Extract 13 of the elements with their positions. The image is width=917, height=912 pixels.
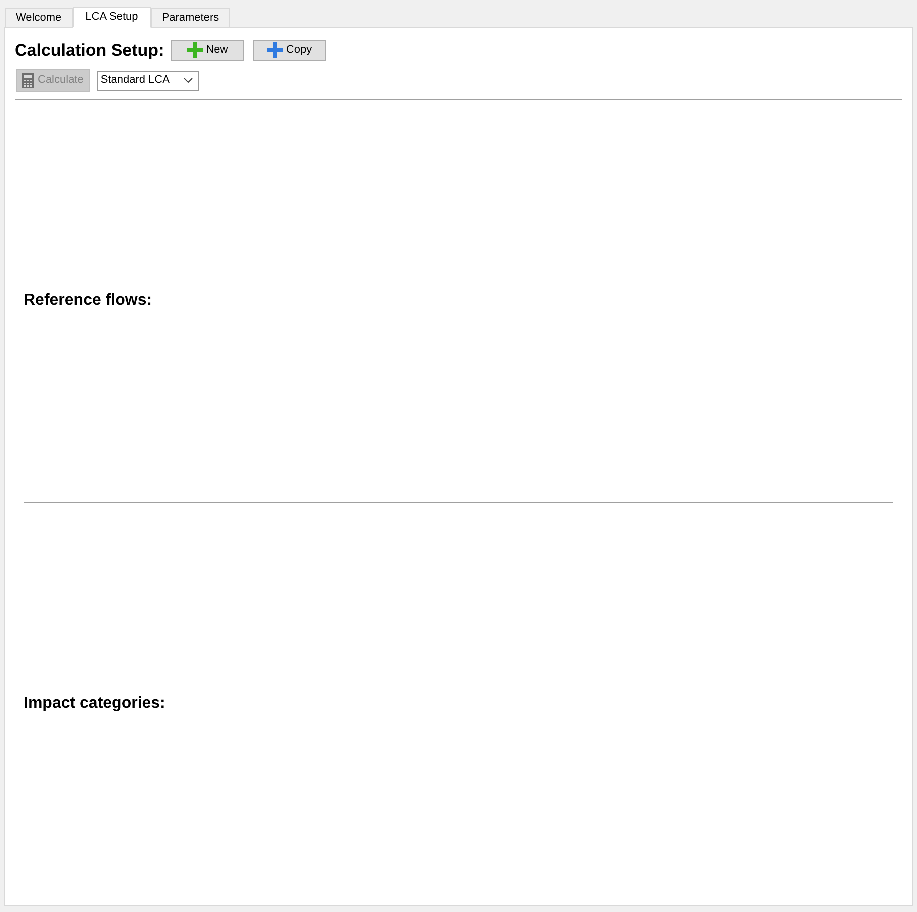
plus-icon — [267, 42, 284, 58]
calculator-icon — [22, 73, 34, 88]
new-button[interactable]: New — [171, 40, 244, 60]
tab[interactable]: LCA Setup — [72, 7, 152, 28]
section-heading: Calculation Setup: — [15, 42, 164, 58]
tab[interactable]: Parameters — [151, 8, 230, 27]
calculation-type-dropdown[interactable]: Standard LCA — [96, 70, 199, 90]
section-heading: Reference flows: — [24, 293, 152, 309]
chevron-down-icon — [184, 78, 193, 83]
plus-icon — [187, 42, 204, 58]
section-heading: Impact categories: — [24, 696, 166, 712]
tab[interactable]: Welcome — [5, 8, 73, 27]
copy-button[interactable]: Copy — [253, 40, 326, 60]
